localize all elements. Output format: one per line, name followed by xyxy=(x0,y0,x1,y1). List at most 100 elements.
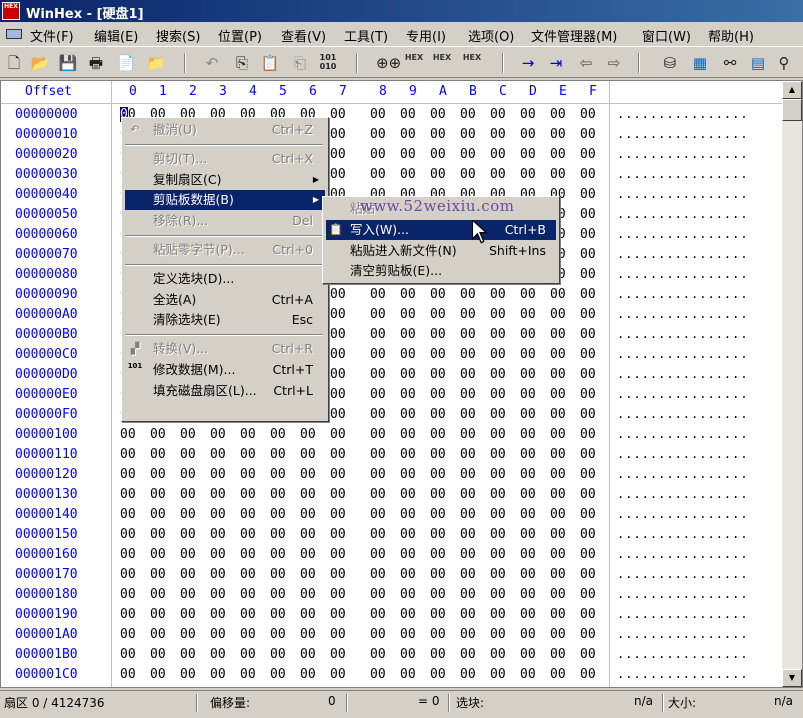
hex-byte[interactable]: 00 xyxy=(240,447,256,462)
hex-byte[interactable]: 00 xyxy=(370,647,386,662)
hex-byte[interactable]: 00 xyxy=(580,327,596,342)
hex-byte[interactable]: 00 xyxy=(400,407,416,422)
hex-byte[interactable]: 00 xyxy=(240,487,256,502)
hex-row[interactable]: 000000A000000000000000000000000000000000… xyxy=(1,305,782,325)
hex-byte[interactable]: 00 xyxy=(520,167,536,182)
hex-byte[interactable]: 00 xyxy=(300,607,316,622)
hex-byte[interactable]: 00 xyxy=(180,547,196,562)
ascii-text[interactable]: ................ xyxy=(617,487,749,501)
hex-byte[interactable]: 00 xyxy=(460,447,476,462)
hex-byte[interactable]: 00 xyxy=(370,607,386,622)
hex-byte[interactable]: 00 xyxy=(460,127,476,142)
hex-byte[interactable]: 00 xyxy=(430,647,446,662)
hex-byte[interactable]: 00 xyxy=(430,427,446,442)
hex-byte[interactable]: 00 xyxy=(270,507,286,522)
hex-byte[interactable]: 00 xyxy=(330,427,346,442)
hex-byte[interactable]: 00 xyxy=(150,627,166,642)
hex-byte[interactable]: 00 xyxy=(270,607,286,622)
hex-byte[interactable]: 00 xyxy=(180,647,196,662)
hex-row[interactable]: 0000001000000000000000000000000000000000… xyxy=(1,125,782,145)
hex-row[interactable]: 00000100 00 00 00 00 00 00 00 00 00 00 00 00 00 00 00 00… xyxy=(1,425,782,445)
hex-byte[interactable]: 00 xyxy=(490,167,506,182)
menu-item[interactable]: 101 修改数据(M)... Ctrl+T xyxy=(125,360,325,380)
hex-byte[interactable]: 00 xyxy=(330,287,346,302)
hex-byte[interactable]: 00 xyxy=(430,407,446,422)
hex-byte[interactable]: 00 xyxy=(550,527,566,542)
hex-byte[interactable]: 00 xyxy=(520,347,536,362)
hex-byte[interactable]: 00 xyxy=(400,427,416,442)
hex-byte[interactable]: 00 xyxy=(580,647,596,662)
back-icon[interactable]: ⇦ xyxy=(576,53,596,73)
hex-byte[interactable]: 00 xyxy=(430,547,446,562)
hex-byte[interactable]: 00 xyxy=(330,467,346,482)
paste-icon[interactable]: 📋 xyxy=(260,53,280,73)
hex-byte[interactable]: 00 xyxy=(330,487,346,502)
hex-byte[interactable]: 00 xyxy=(150,587,166,602)
hex-byte[interactable]: 00 xyxy=(330,387,346,402)
ascii-text[interactable]: ................ xyxy=(617,207,749,221)
hex-byte[interactable]: 00 xyxy=(330,447,346,462)
hex-byte[interactable]: 00 xyxy=(150,667,166,682)
hex-byte[interactable]: 00 xyxy=(430,367,446,382)
hex-byte[interactable]: 00 xyxy=(210,487,226,502)
hex-byte[interactable]: 00 xyxy=(120,587,136,602)
hex-byte[interactable]: 00 xyxy=(580,467,596,482)
hex-byte[interactable]: 00 xyxy=(370,627,386,642)
hex-byte[interactable]: 00 xyxy=(490,327,506,342)
hex-row[interactable]: 000001A0 00 00 00 00 00 00 00 00 00 00 00 00 00 00 00 00… xyxy=(1,625,782,645)
hex-byte[interactable]: 00 xyxy=(210,447,226,462)
ascii-text[interactable]: ................ xyxy=(617,147,749,161)
menu-search[interactable]: 搜索(S) xyxy=(156,26,200,45)
hex-row[interactable]: 00000160 00 00 00 00 00 00 00 00 00 00 00 00 00 00 00 00… xyxy=(1,545,782,565)
hex-byte[interactable]: 00 xyxy=(490,387,506,402)
ascii-text[interactable]: ................ xyxy=(617,267,749,281)
hex-byte[interactable]: 00 xyxy=(400,487,416,502)
hex-byte[interactable]: 00 xyxy=(550,427,566,442)
hex-byte[interactable]: 00 xyxy=(520,327,536,342)
hex-byte[interactable]: 00 xyxy=(460,547,476,562)
scroll-thumb[interactable] xyxy=(782,99,802,121)
hex-byte[interactable]: 00 xyxy=(580,227,596,242)
hex-byte[interactable]: 00 xyxy=(490,607,506,622)
hex-byte[interactable]: 00 xyxy=(120,667,136,682)
hex-byte[interactable]: 00 xyxy=(550,387,566,402)
hex-byte[interactable]: 00 xyxy=(120,627,136,642)
goto-offset-icon[interactable]: → xyxy=(518,53,538,73)
hex-byte[interactable]: 00 xyxy=(180,667,196,682)
hex-byte[interactable]: 00 xyxy=(210,567,226,582)
hex-byte[interactable]: 00 xyxy=(430,587,446,602)
ascii-text[interactable]: ................ xyxy=(617,427,749,441)
hex-byte[interactable]: 00 xyxy=(300,527,316,542)
hex-byte[interactable]: 00 xyxy=(300,587,316,602)
hex-byte[interactable]: 00 xyxy=(150,467,166,482)
ascii-text[interactable]: ................ xyxy=(617,107,749,121)
hex-byte[interactable]: 00 xyxy=(210,667,226,682)
hex-byte[interactable]: 00 xyxy=(430,567,446,582)
hex-byte[interactable]: 00 xyxy=(400,167,416,182)
hex-byte[interactable]: 00 xyxy=(370,407,386,422)
hex-byte[interactable]: 00 xyxy=(120,427,136,442)
ascii-text[interactable]: ................ xyxy=(617,247,749,261)
hex-byte[interactable]: 00 xyxy=(120,447,136,462)
hex-byte[interactable]: 00 xyxy=(400,147,416,162)
hex-byte[interactable]: 00 xyxy=(210,467,226,482)
copy-icon[interactable]: ⎘ xyxy=(232,53,252,73)
hex-byte[interactable]: 00 xyxy=(460,147,476,162)
hex-byte[interactable]: 00 xyxy=(430,467,446,482)
hex-byte[interactable]: 00 xyxy=(490,307,506,322)
hex-byte[interactable]: 00 xyxy=(150,447,166,462)
hex-byte[interactable]: 00 xyxy=(460,467,476,482)
hex-byte[interactable]: 00 xyxy=(520,387,536,402)
ascii-text[interactable]: ................ xyxy=(617,507,749,521)
hex-byte[interactable]: 00 xyxy=(370,667,386,682)
hex-byte[interactable]: 00 xyxy=(580,367,596,382)
hex-byte[interactable]: 00 xyxy=(580,607,596,622)
hex-row[interactable]: 000001C0 00 00 00 00 00 00 00 00 00 00 00 00 00 00 00 00… xyxy=(1,665,782,685)
hex-byte[interactable]: 00 xyxy=(460,487,476,502)
hex-byte[interactable]: 00 xyxy=(240,527,256,542)
hex-byte[interactable]: 00 xyxy=(370,147,386,162)
hex-byte[interactable]: 00 xyxy=(490,447,506,462)
ascii-text[interactable]: ................ xyxy=(617,167,749,181)
hex-byte[interactable]: 00 xyxy=(580,167,596,182)
binary-data-icon[interactable]: 101 010 xyxy=(318,53,338,73)
